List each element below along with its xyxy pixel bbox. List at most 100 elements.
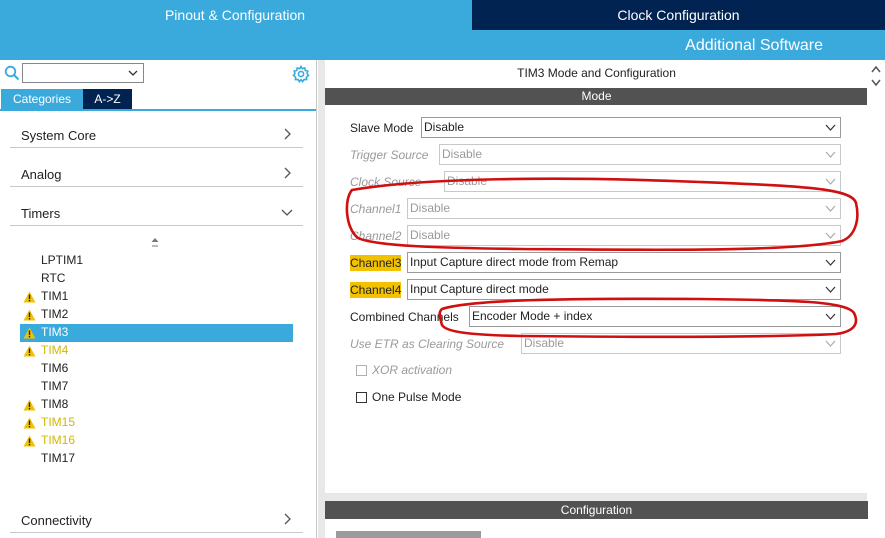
configuration-button[interactable] bbox=[336, 531, 481, 538]
field-label: Combined Channels bbox=[350, 310, 459, 324]
chevron-down-icon bbox=[825, 340, 836, 347]
tab-a-to-z[interactable]: A->Z bbox=[83, 89, 132, 109]
select-value: Disable bbox=[442, 147, 483, 161]
select-value: Input Capture direct mode from Remap bbox=[410, 255, 619, 269]
timer-item-tim7[interactable]: TIM7 bbox=[20, 378, 293, 396]
chevron-down-icon bbox=[825, 205, 836, 212]
tab-clock-configuration[interactable]: Clock Configuration bbox=[472, 0, 885, 30]
timer-name: TIM6 bbox=[41, 361, 69, 375]
field-label: Slave Mode bbox=[350, 121, 414, 135]
timer-name: LPTIM1 bbox=[41, 253, 84, 267]
timer-name: TIM7 bbox=[41, 379, 69, 393]
tab-categories[interactable]: Categories bbox=[1, 89, 83, 109]
tab-underline bbox=[0, 109, 316, 111]
channel2-row: Channel2 Disable bbox=[350, 225, 841, 247]
timer-name: TIM8 bbox=[41, 397, 69, 411]
combined-channels-select[interactable]: Encoder Mode + index bbox=[469, 306, 841, 327]
channel1-row: Channel1 Disable bbox=[350, 198, 841, 220]
timer-item-tim16[interactable]: TIM16 bbox=[20, 432, 293, 450]
category-label: Timers bbox=[21, 206, 61, 221]
channel2-select: Disable bbox=[407, 225, 841, 246]
tab-pinout-configuration[interactable]: Pinout & Configuration bbox=[0, 0, 470, 30]
additional-software-link[interactable]: Additional Software bbox=[0, 30, 885, 60]
checkbox-box[interactable] bbox=[356, 392, 367, 403]
category-label: System Core bbox=[21, 128, 97, 143]
chevron-down-icon bbox=[281, 209, 293, 216]
category-analog[interactable]: Analog bbox=[10, 161, 303, 187]
chevron-down-icon bbox=[825, 124, 836, 131]
use-etr-row: Use ETR as Clearing Source Disable bbox=[350, 333, 841, 355]
timer-item-rtc[interactable]: RTC bbox=[20, 270, 293, 288]
field-label: Channel3 bbox=[350, 255, 402, 271]
warning-icon bbox=[23, 309, 36, 321]
timer-name: TIM15 bbox=[41, 415, 76, 429]
category-label: Analog bbox=[21, 167, 62, 182]
category-timers[interactable]: Timers bbox=[10, 200, 303, 226]
warning-icon bbox=[23, 291, 36, 303]
warning-icon bbox=[23, 417, 36, 429]
use-etr-select: Disable bbox=[521, 333, 841, 354]
top-nav-bar: Pinout & Configuration Clock Configurati… bbox=[0, 0, 885, 60]
chevron-right-icon bbox=[284, 513, 291, 525]
page-title: TIM3 Mode and Configuration bbox=[517, 66, 676, 80]
chevron-down-icon bbox=[825, 178, 836, 185]
warning-icon bbox=[23, 435, 36, 447]
field-label: Channel2 bbox=[350, 229, 402, 243]
field-label: Channel1 bbox=[350, 202, 402, 216]
checkbox-box bbox=[356, 365, 367, 376]
chevron-down-icon bbox=[825, 286, 836, 293]
channel4-row: Channel4 Input Capture direct mode bbox=[350, 279, 841, 301]
select-value: Disable bbox=[524, 336, 565, 350]
field-label: Trigger Source bbox=[350, 148, 429, 162]
channel3-select[interactable]: Input Capture direct mode from Remap bbox=[407, 252, 841, 273]
mode-section-header[interactable]: Mode bbox=[325, 88, 868, 105]
search-icon[interactable] bbox=[4, 65, 20, 81]
checkbox-label: One Pulse Mode bbox=[372, 390, 462, 404]
chevron-down-icon bbox=[825, 151, 836, 158]
timer-name: RTC bbox=[41, 271, 66, 285]
timer-item-tim3[interactable]: TIM3 bbox=[20, 324, 293, 342]
chevron-right-icon bbox=[284, 167, 291, 179]
chevron-down-icon bbox=[825, 313, 836, 320]
mode-config-panel: TIM3 Mode and Configuration Mode Slave M… bbox=[318, 60, 885, 538]
trigger-source-select: Disable bbox=[439, 144, 841, 165]
warning-icon bbox=[23, 327, 36, 339]
timer-item-tim15[interactable]: TIM15 bbox=[20, 414, 293, 432]
timer-item-tim1[interactable]: TIM1 bbox=[20, 288, 293, 306]
timer-name: TIM17 bbox=[41, 451, 76, 465]
search-combo[interactable] bbox=[22, 63, 144, 83]
vertical-scrollbar[interactable] bbox=[867, 60, 885, 538]
select-value: Disable bbox=[447, 174, 488, 188]
sidebar: Categories A->Z System Core Analog Timer… bbox=[0, 60, 317, 538]
scroll-down-icon[interactable] bbox=[870, 78, 882, 88]
one-pulse-mode-checkbox[interactable]: One Pulse Mode bbox=[356, 389, 556, 407]
timer-item-tim8[interactable]: TIM8 bbox=[20, 396, 293, 414]
xor-activation-checkbox: XOR activation bbox=[356, 362, 556, 380]
chevron-down-icon bbox=[825, 259, 836, 266]
clock-source-row: Clock Source Disable bbox=[350, 171, 841, 193]
category-connectivity[interactable]: Connectivity bbox=[10, 507, 303, 533]
category-system-core[interactable]: System Core bbox=[10, 122, 303, 148]
timer-item-tim6[interactable]: TIM6 bbox=[20, 360, 293, 378]
scroll-up-icon[interactable] bbox=[870, 64, 882, 74]
chevron-down-icon bbox=[128, 70, 138, 76]
clock-source-select: Disable bbox=[444, 171, 841, 192]
timer-item-tim2[interactable]: TIM2 bbox=[20, 306, 293, 324]
combined-channels-row: Combined Channels Encoder Mode + index bbox=[350, 306, 841, 328]
field-label: Clock Source bbox=[350, 175, 422, 189]
timer-item-tim17[interactable]: TIM17 bbox=[20, 450, 293, 468]
gear-icon[interactable] bbox=[292, 65, 310, 83]
sort-icon[interactable] bbox=[150, 237, 160, 249]
channel3-row: Channel3 Input Capture direct mode from … bbox=[350, 252, 841, 274]
warning-icon bbox=[23, 345, 36, 357]
timer-name: TIM4 bbox=[41, 343, 69, 357]
channel4-select[interactable]: Input Capture direct mode bbox=[407, 279, 841, 300]
timer-item-lptim1[interactable]: LPTIM1 bbox=[20, 252, 293, 270]
field-label: Channel4 bbox=[350, 282, 402, 298]
slave-mode-select[interactable]: Disable bbox=[421, 117, 841, 138]
timer-name: TIM2 bbox=[41, 307, 69, 321]
timer-item-tim4[interactable]: TIM4 bbox=[20, 342, 293, 360]
trigger-source-row: Trigger Source Disable bbox=[350, 144, 841, 166]
configuration-section-header[interactable]: Configuration bbox=[325, 501, 868, 519]
field-label: Use ETR as Clearing Source bbox=[350, 337, 505, 351]
